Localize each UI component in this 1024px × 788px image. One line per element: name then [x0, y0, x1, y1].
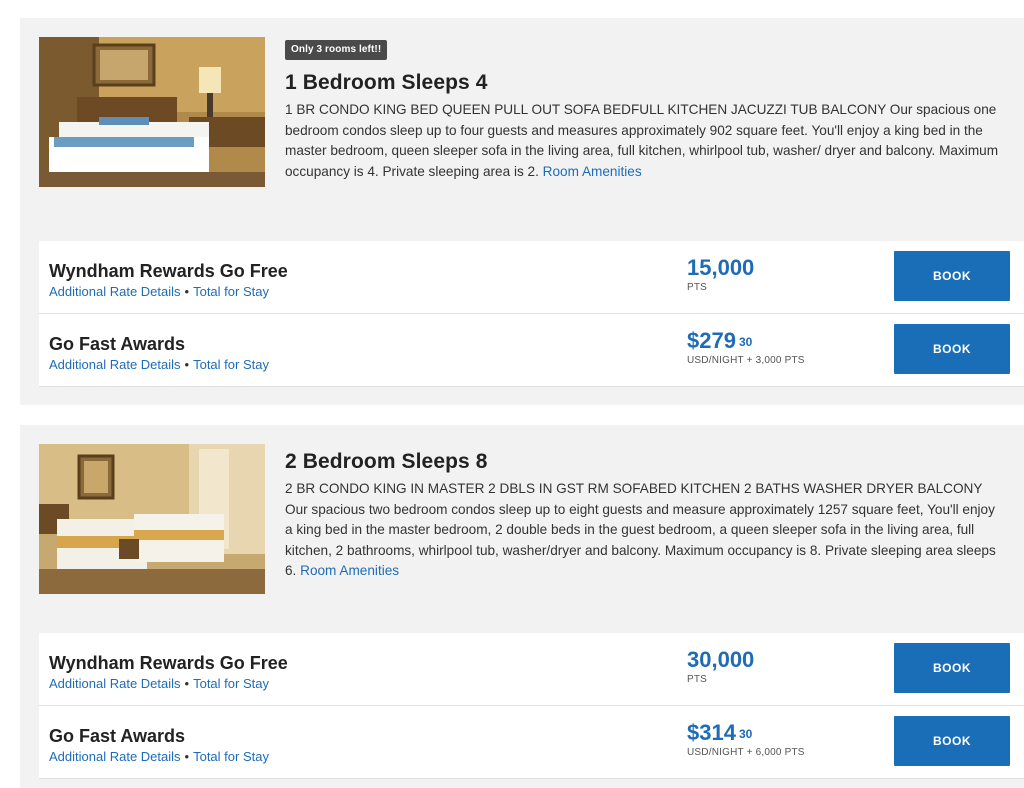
- additional-rate-details-link[interactable]: Additional Rate Details: [49, 284, 181, 299]
- price-unit: PTS: [687, 674, 708, 685]
- link-separator: •: [184, 676, 190, 691]
- price-amount: 30,000: [687, 647, 754, 673]
- rate-row: Wyndham Rewards Go Free Additional Rate …: [39, 633, 1024, 706]
- rate-links: Additional Rate Details • Total for Stay: [49, 676, 269, 692]
- rate-price: $314 30 USD/NIGHT + 6,000 PTS: [687, 720, 805, 759]
- room-description: 2 BR CONDO KING IN MASTER 2 DBLS IN GST …: [285, 479, 1004, 582]
- room-card-2bedroom: 2 Bedroom Sleeps 8 2 BR CONDO KING IN MA…: [20, 425, 1024, 788]
- book-button[interactable]: BOOK: [894, 643, 1010, 693]
- price-value: 15,000: [687, 255, 755, 280]
- total-for-stay-link[interactable]: Total for Stay: [193, 357, 269, 372]
- price-value: 30,000: [687, 647, 755, 672]
- link-separator: •: [184, 749, 190, 764]
- room-amenities-link[interactable]: Room Amenities: [543, 164, 642, 179]
- rate-links: Additional Rate Details • Total for Stay: [49, 284, 269, 300]
- rate-price: 30,000 PTS: [687, 647, 754, 686]
- room-info: Only 3 rooms left!! 1 Bedroom Sleeps 4 1…: [285, 39, 1004, 182]
- rate-name: Wyndham Rewards Go Free: [49, 261, 288, 281]
- additional-rate-details-link[interactable]: Additional Rate Details: [49, 676, 181, 691]
- additional-rate-details-link[interactable]: Additional Rate Details: [49, 749, 181, 764]
- book-button[interactable]: BOOK: [894, 716, 1010, 766]
- room-description: 1 BR CONDO KING BED QUEEN PULL OUT SOFA …: [285, 100, 1004, 182]
- room-photo[interactable]: [39, 37, 265, 187]
- price-cents: 30: [738, 727, 753, 741]
- rate-row: Go Fast Awards Additional Rate Details • T…: [39, 706, 1024, 779]
- price-value: $279: [687, 328, 736, 353]
- price-amount: $279 30: [687, 328, 805, 354]
- rate-row: Wyndham Rewards Go Free Additional Rate …: [39, 241, 1024, 314]
- room-photo[interactable]: [39, 444, 265, 594]
- room-title: 1 Bedroom Sleeps 4: [285, 71, 488, 94]
- rate-price: $279 30 USD/NIGHT + 3,000 PTS: [687, 328, 805, 367]
- link-separator: •: [184, 284, 190, 299]
- price-amount: $314 30: [687, 720, 805, 746]
- price-unit: USD/NIGHT + 3,000 PTS: [687, 355, 805, 366]
- rate-links: Additional Rate Details • Total for Stay: [49, 357, 269, 373]
- room-amenities-link[interactable]: Room Amenities: [300, 563, 399, 578]
- rate-name: Wyndham Rewards Go Free: [49, 653, 288, 673]
- rate-name: Go Fast Awards: [49, 726, 186, 746]
- room-photo-image: [39, 444, 265, 594]
- price-cents: 30: [738, 335, 753, 349]
- book-button[interactable]: BOOK: [894, 251, 1010, 301]
- price-value: $314: [687, 720, 736, 745]
- room-title: 2 Bedroom Sleeps 8: [285, 450, 488, 473]
- rate-links: Additional Rate Details • Total for Stay: [49, 749, 269, 765]
- rates-list: Wyndham Rewards Go Free Additional Rate …: [39, 241, 1024, 387]
- rate-name: Go Fast Awards: [49, 334, 186, 354]
- rate-row: Go Fast Awards Additional Rate Details • T…: [39, 314, 1024, 387]
- total-for-stay-link[interactable]: Total for Stay: [193, 284, 269, 299]
- availability-badge: Only 3 rooms left!!: [285, 40, 388, 60]
- additional-rate-details-link[interactable]: Additional Rate Details: [49, 357, 181, 372]
- price-amount: 15,000: [687, 255, 754, 281]
- room-photo-image: [39, 37, 265, 187]
- price-unit: PTS: [687, 282, 708, 293]
- rates-list: Wyndham Rewards Go Free Additional Rate …: [39, 633, 1024, 779]
- total-for-stay-link[interactable]: Total for Stay: [193, 749, 269, 764]
- price-unit: USD/NIGHT + 6,000 PTS: [687, 747, 805, 758]
- book-button[interactable]: BOOK: [894, 324, 1010, 374]
- room-card-1bedroom: Only 3 rooms left!! 1 Bedroom Sleeps 4 1…: [20, 18, 1024, 405]
- rate-price: 15,000 PTS: [687, 255, 754, 294]
- total-for-stay-link[interactable]: Total for Stay: [193, 676, 269, 691]
- link-separator: •: [184, 357, 190, 372]
- room-info: 2 Bedroom Sleeps 8 2 BR CONDO KING IN MA…: [285, 449, 1004, 582]
